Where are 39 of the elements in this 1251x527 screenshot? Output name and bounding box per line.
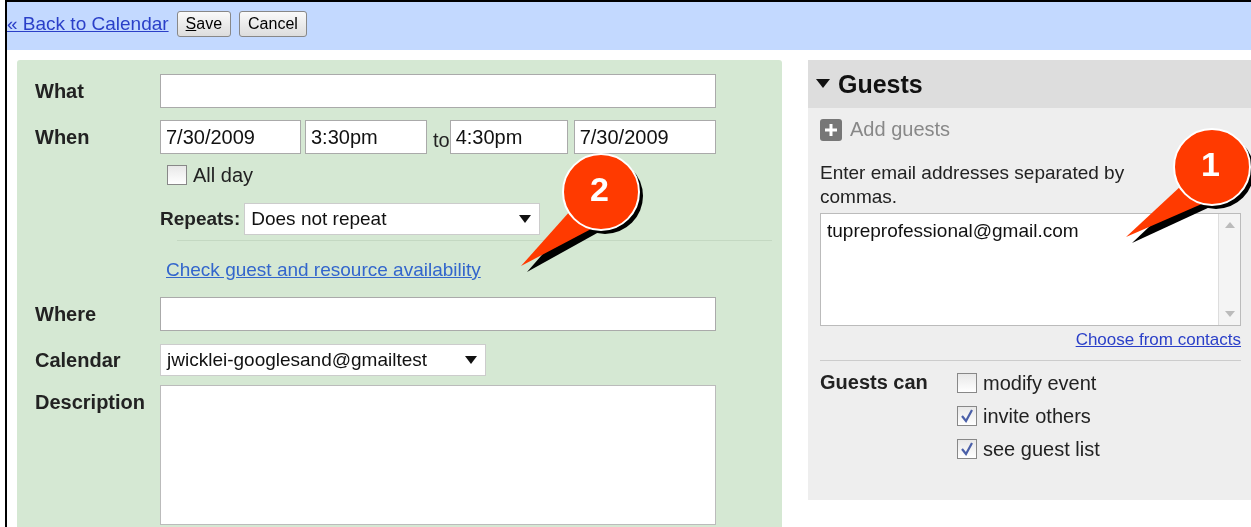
plus-icon [820,118,842,141]
checkbox[interactable] [957,406,977,426]
guest-email-textarea[interactable]: tupreprofessional@gmail.com [820,213,1241,326]
scrollbar[interactable] [1218,214,1240,325]
end-time-input[interactable]: 4:30pm [449,120,568,154]
what-input[interactable] [160,74,716,108]
field-label: When [35,125,91,149]
calendar-select[interactable]: jwicklei-googlesand@gmailtest [160,344,486,376]
scroll-up-arrow-icon[interactable] [1224,222,1235,228]
checkbox[interactable] [167,165,187,185]
field-label: Where [35,302,98,326]
permissions-label: Guests can [820,371,929,395]
dropdown-caret-icon [519,215,532,223]
expand-caret-icon [816,79,830,89]
checkbox[interactable] [957,439,977,459]
cancel-button[interactable]: Cancel [239,11,307,37]
availability-link[interactable]: Check guest and resource availability [166,259,481,281]
field-label: What [35,79,85,103]
guests-header[interactable]: Guests [808,60,1251,108]
section-title: Guests [838,69,923,99]
save-button[interactable]: Save [176,11,232,37]
checkbox[interactable] [957,373,977,393]
field-label: Calendar [35,348,122,372]
checkbox-label: invite others [983,404,1091,428]
where-input[interactable] [160,297,716,331]
start-time-input[interactable]: 3:30pm [305,120,427,154]
checkbox-label: All day [193,163,254,187]
end-date-input[interactable]: 7/30/2009 [573,120,716,154]
scroll-down-arrow-icon[interactable] [1224,311,1235,317]
checkbox-label: see guest list [983,437,1100,461]
field-label: Description [35,391,147,415]
range-separator: to [433,128,450,152]
back-to-calendar-link[interactable]: « Back to Calendar [7,13,169,35]
start-date-input[interactable]: 7/30/2009 [160,120,301,154]
checkbox-label: modify event [983,371,1097,395]
dropdown-caret-icon [465,356,477,364]
field-label: Repeats: [160,208,241,230]
repeats-select[interactable]: Does not repeat [244,203,541,235]
choose-from-contacts-link[interactable]: Choose from contacts [1075,330,1241,350]
